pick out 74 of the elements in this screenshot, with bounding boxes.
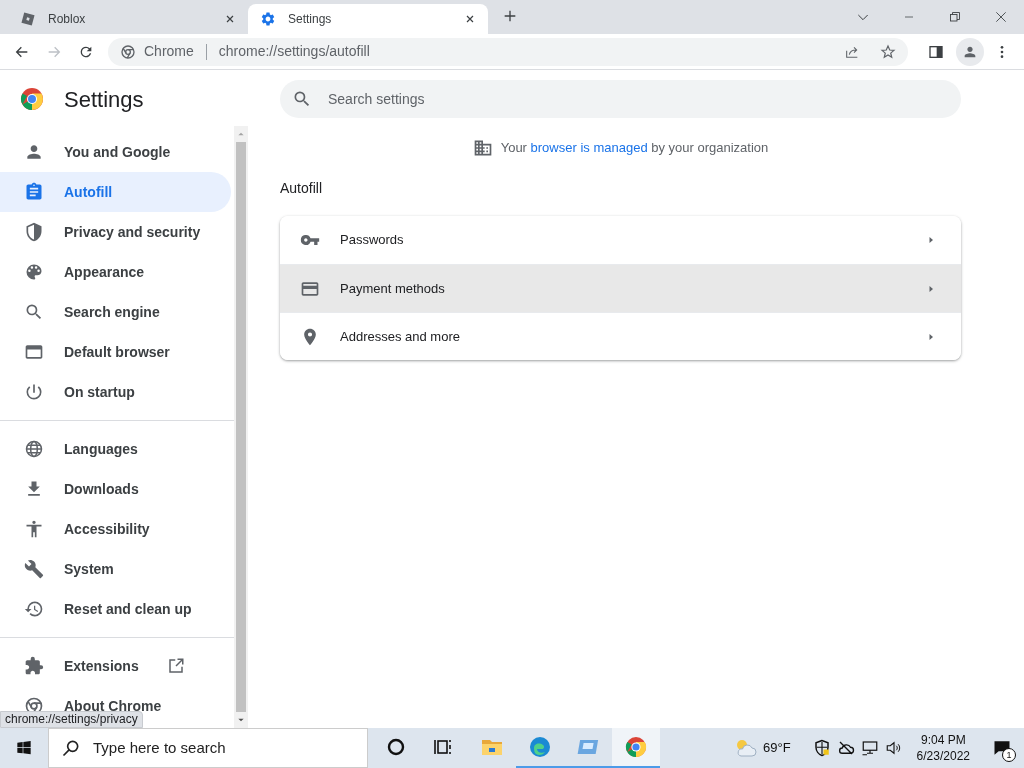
site-label: Chrome xyxy=(144,42,194,61)
managed-notice: Your browser is managed by your organization xyxy=(500,139,769,158)
network-icon xyxy=(860,739,879,757)
address-bar[interactable]: Chrome chrome://settings/autofill xyxy=(108,37,908,66)
scroll-up-icon xyxy=(237,130,245,138)
managed-link[interactable]: browser is managed xyxy=(530,140,648,156)
search-input[interactable]: Search settings xyxy=(328,88,949,110)
sidebar-item[interactable]: Default browser xyxy=(0,332,231,372)
gear-icon xyxy=(260,11,276,27)
close-icon xyxy=(224,13,236,25)
edge-icon xyxy=(528,735,552,759)
sidebar-item[interactable]: Privacy and security xyxy=(0,212,231,252)
roblox-icon xyxy=(20,11,36,27)
external-link-icon xyxy=(166,657,185,675)
tab-title: Roblox xyxy=(48,11,87,28)
taskbar-search-input[interactable]: Type here to search xyxy=(93,736,355,760)
sidebar-item[interactable]: System xyxy=(0,549,231,589)
plus-icon xyxy=(502,8,518,24)
notification-count: 1 xyxy=(1002,748,1016,762)
scrollbar[interactable] xyxy=(234,126,248,728)
chrome-icon xyxy=(120,43,136,60)
restore-icon xyxy=(949,11,961,23)
notification-button[interactable]: 1 xyxy=(984,730,1020,766)
close-icon xyxy=(994,10,1008,24)
sidebar-item[interactable]: Downloads xyxy=(0,469,231,509)
settings-title: Settings xyxy=(64,85,144,114)
section-title: Autofill xyxy=(280,179,324,198)
volume-icon xyxy=(884,739,903,757)
power-icon xyxy=(24,382,44,402)
clock-date: 6/23/2022 xyxy=(916,748,970,764)
windows-icon xyxy=(16,740,32,756)
cloud-off-icon xyxy=(836,739,855,757)
sidebar-item[interactable]: On startup xyxy=(0,372,231,412)
chrome-icon xyxy=(624,735,648,759)
sidebar-item[interactable]: Autofill xyxy=(0,172,231,212)
wrench-icon xyxy=(24,559,44,579)
scroll-down-icon xyxy=(237,716,245,724)
shield-icon xyxy=(24,222,44,242)
sidebar-item[interactable]: Extensions xyxy=(0,646,231,686)
side-panel-icon xyxy=(928,43,944,60)
sidebar-item[interactable]: Appearance xyxy=(0,252,231,292)
clipboard-icon xyxy=(24,182,44,202)
url-status-tooltip: chrome://settings/privacy xyxy=(0,711,143,728)
sidebar-item[interactable]: You and Google xyxy=(0,132,231,172)
globe-icon xyxy=(24,439,44,459)
search-field[interactable]: Search settings xyxy=(280,80,961,118)
search-icon xyxy=(24,302,44,322)
search-icon xyxy=(61,738,81,758)
settings-row[interactable]: Payment methods xyxy=(280,264,961,312)
sidebar-item[interactable]: Search engine xyxy=(0,292,231,332)
chrome-logo-icon xyxy=(20,87,44,111)
sidebar-item[interactable]: Languages xyxy=(0,429,231,469)
settings-row[interactable]: Passwords xyxy=(280,216,961,264)
profile-button[interactable] xyxy=(956,37,984,66)
tab-title: Settings xyxy=(288,11,333,28)
close-icon xyxy=(464,13,476,25)
url-text: chrome://settings/autofill xyxy=(218,42,371,61)
temperature[interactable]: 69°F xyxy=(763,738,791,758)
browser-tab[interactable]: Settings xyxy=(248,4,488,34)
sidebar-item[interactable]: Accessibility xyxy=(0,509,231,549)
clock-time: 9:04 PM xyxy=(920,732,966,748)
star-icon xyxy=(880,43,896,60)
puzzle-icon xyxy=(24,656,44,676)
accessibility-icon xyxy=(24,519,44,539)
sidebar-item[interactable]: Reset and clean up xyxy=(0,589,231,629)
settings-row[interactable]: Addresses and more xyxy=(280,312,961,360)
history-icon xyxy=(24,599,44,619)
building-icon xyxy=(472,138,493,158)
search-icon xyxy=(292,89,312,109)
browser-window-icon xyxy=(24,342,44,362)
taskbar-search-field[interactable]: Type here to search xyxy=(48,728,368,768)
security-shield-icon xyxy=(812,739,831,757)
clock[interactable]: 9:04 PM 6/23/2022 xyxy=(908,732,978,764)
palette-icon xyxy=(24,262,44,282)
